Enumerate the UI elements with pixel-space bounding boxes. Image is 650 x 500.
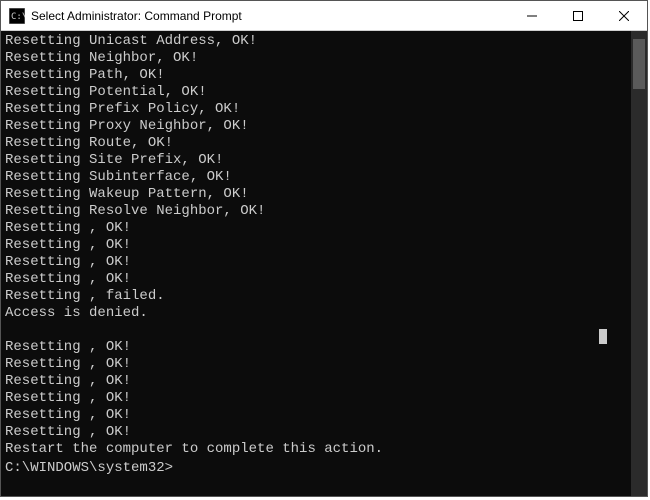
window-title: Select Administrator: Command Prompt [31, 9, 509, 23]
window-controls [509, 1, 647, 30]
titlebar[interactable]: C:\ Select Administrator: Command Prompt [1, 1, 647, 31]
svg-text:C:\: C:\ [11, 12, 25, 22]
cmd-window: C:\ Select Administrator: Command Prompt… [0, 0, 648, 497]
terminal-area[interactable]: Resetting Unicast Address, OK! Resetting… [1, 31, 647, 496]
prompt-text: C:\WINDOWS\system32> [5, 460, 173, 477]
terminal-viewport: Resetting Unicast Address, OK! Resetting… [1, 31, 633, 496]
terminal-output: Resetting Unicast Address, OK! Resetting… [1, 31, 633, 460]
text-cursor [599, 329, 607, 344]
minimize-button[interactable] [509, 1, 555, 30]
scrollbar-thumb[interactable] [633, 39, 645, 89]
cmd-icon: C:\ [9, 8, 25, 24]
maximize-button[interactable] [555, 1, 601, 30]
scrollbar-vertical[interactable] [631, 31, 647, 496]
prompt-line: C:\WINDOWS\system32> [1, 460, 633, 477]
close-button[interactable] [601, 1, 647, 30]
